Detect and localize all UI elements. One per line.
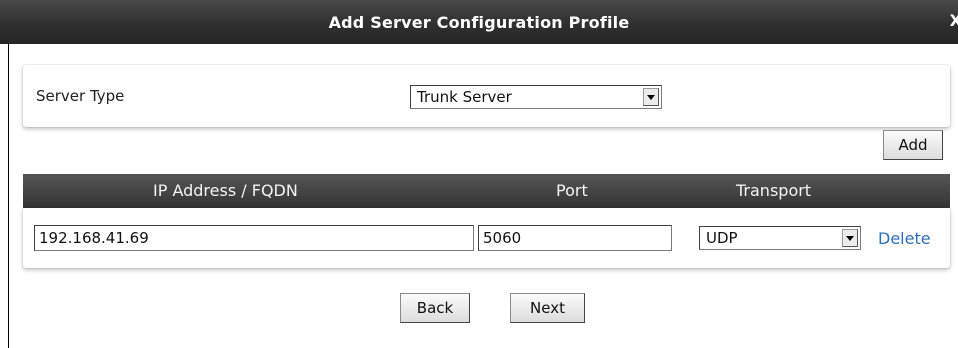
- dialog-titlebar: Add Server Configuration Profile X: [0, 0, 958, 44]
- column-header-port: Port: [556, 181, 588, 200]
- server-type-panel: Server Type Trunk Server: [23, 65, 950, 127]
- server-table-header: IP Address / FQDN Port Transport: [23, 174, 950, 208]
- dialog-title: Add Server Configuration Profile: [328, 12, 630, 32]
- delete-link[interactable]: Delete: [878, 229, 931, 248]
- column-header-ip: IP Address / FQDN: [153, 181, 298, 200]
- server-type-label: Server Type: [36, 87, 125, 105]
- server-type-select[interactable]: Trunk Server: [410, 85, 662, 109]
- close-button[interactable]: X: [950, 11, 958, 30]
- port-input[interactable]: 5060: [478, 225, 672, 251]
- chevron-down-icon[interactable]: [842, 229, 858, 247]
- ip-address-input[interactable]: 192.168.41.69: [34, 225, 474, 251]
- transport-select[interactable]: UDP: [699, 226, 861, 250]
- table-row: 192.168.41.69 5060 UDP Delete: [23, 208, 950, 268]
- transport-value: UDP: [706, 229, 738, 247]
- dialog-left-border: [8, 44, 9, 348]
- chevron-down-icon[interactable]: [643, 88, 659, 106]
- next-button[interactable]: Next: [510, 293, 585, 323]
- back-button[interactable]: Back: [400, 293, 470, 323]
- column-header-transport: Transport: [736, 181, 812, 200]
- add-button[interactable]: Add: [883, 130, 943, 160]
- server-type-value: Trunk Server: [417, 88, 512, 106]
